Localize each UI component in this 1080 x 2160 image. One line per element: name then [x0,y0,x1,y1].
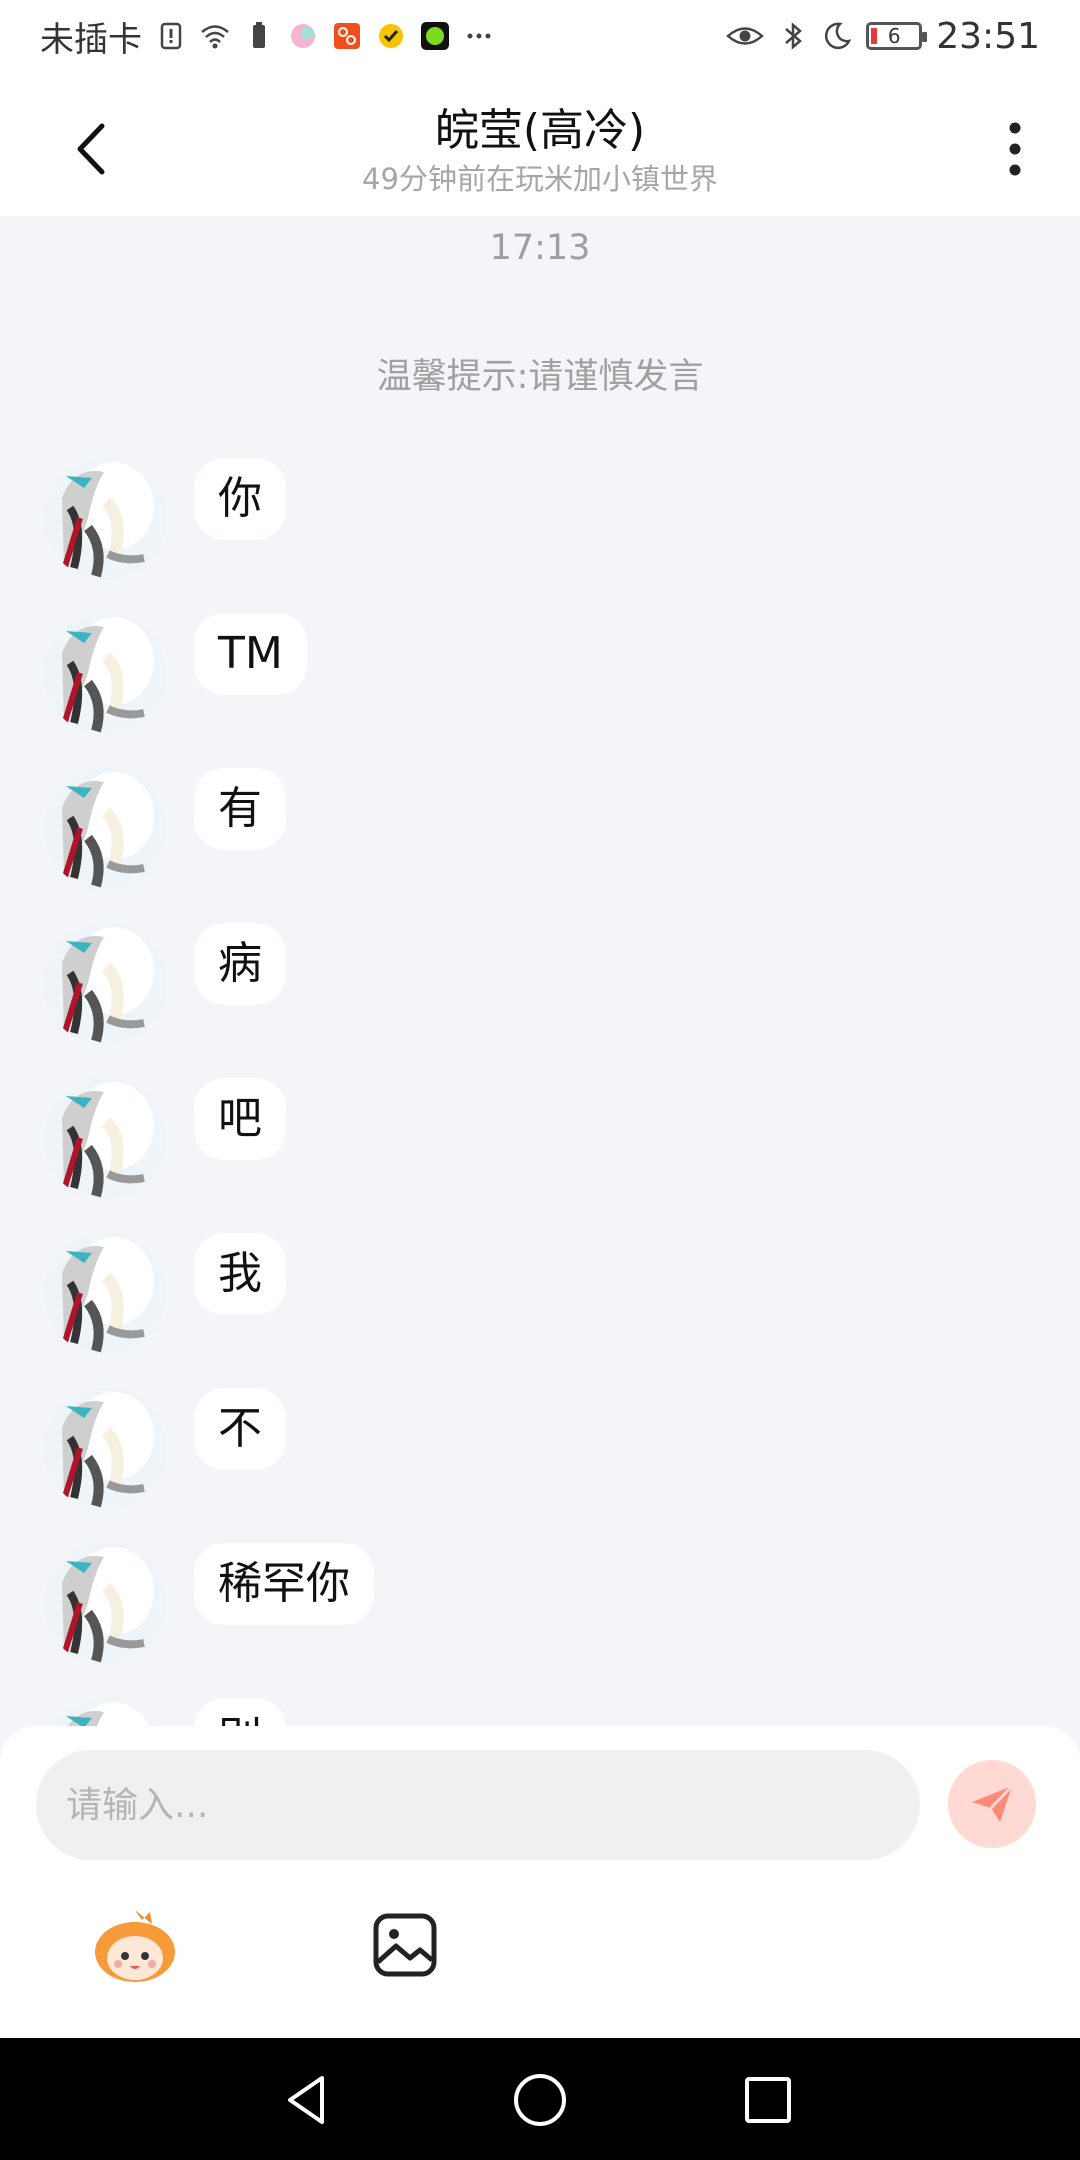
sim-alert-icon [160,22,182,50]
message-bubble[interactable]: 你 [194,458,286,540]
message-row: TM [44,613,944,743]
input-panel [0,1726,1080,2038]
message-row: 稀罕你 [44,1543,944,1673]
message-bubble[interactable]: 别 [194,1698,286,1726]
app-icon-1 [291,24,315,48]
app-icon-4 [421,22,449,50]
send-button[interactable] [948,1760,1036,1848]
message-row: 你 [44,458,944,588]
avatar[interactable] [44,1543,166,1665]
message-row: 有 [44,768,944,898]
system-nav-bar [0,2038,1080,2160]
message-bubble[interactable]: 稀罕你 [194,1543,374,1625]
avatar[interactable] [44,768,166,890]
message-row: 吧 [44,1078,944,1208]
status-left: 未插卡 [40,12,494,61]
image-icon[interactable] [370,1910,440,1980]
avatar[interactable] [44,1698,166,1726]
battery-icon: 6 [866,22,928,50]
avatar[interactable] [44,923,166,1045]
avatar[interactable] [44,1388,166,1510]
app-icon-3 [379,24,403,48]
more-dots-icon [467,33,491,39]
battery-level: 6 [887,24,901,48]
message-row: 病 [44,923,944,1053]
message-list[interactable]: 17:13 温馨提示:请谨慎发言 你 TM 有病吧我不稀罕你别 [0,216,1080,1726]
status-right: 6 23:51 [726,16,1040,57]
wifi-icon [201,25,229,49]
avatar[interactable] [44,613,166,735]
message-input[interactable] [36,1750,920,1860]
chat-header: 皖莹(高冷) 49分钟前在玩米加小镇世界 [0,72,1080,216]
safety-tip: 温馨提示:请谨慎发言 [376,357,704,397]
message-row: 不 [44,1388,944,1518]
avatar[interactable] [44,458,166,580]
message-bubble[interactable]: 病 [194,923,286,1005]
more-vertical-icon[interactable] [990,114,1040,184]
status-bar: 未插卡 6 23:51 [0,0,1080,72]
moon-icon [825,22,852,50]
eye-icon [726,27,765,45]
message-row: 别 [44,1698,944,1726]
nav-home-icon[interactable] [510,2070,570,2130]
battery-saver-icon [253,22,265,48]
contact-status: 49分钟前在玩米加小镇世界 [362,162,718,196]
message-bubble[interactable]: TM [194,613,307,695]
message-bubble[interactable]: 我 [194,1233,286,1315]
message-bubble[interactable]: 有 [194,768,286,850]
message-bubble[interactable]: 不 [194,1388,286,1470]
message-row: 我 [44,1233,944,1363]
bluetooth-icon [785,22,803,50]
app-icon-2 [334,23,360,49]
nav-back-icon[interactable] [282,2074,334,2126]
contact-name: 皖莹(高冷) [434,105,646,156]
message-bubble[interactable]: 吧 [194,1078,286,1160]
message-timestamp: 17:13 [489,228,591,268]
avatar[interactable] [44,1233,166,1355]
avatar[interactable] [44,1078,166,1200]
nav-recents-icon[interactable] [742,2074,794,2126]
send-icon [972,1784,1014,1822]
emoji-mascot-icon[interactable] [90,1906,180,1986]
carrier-text: 未插卡 [40,19,142,60]
clock: 23:51 [936,15,1040,57]
